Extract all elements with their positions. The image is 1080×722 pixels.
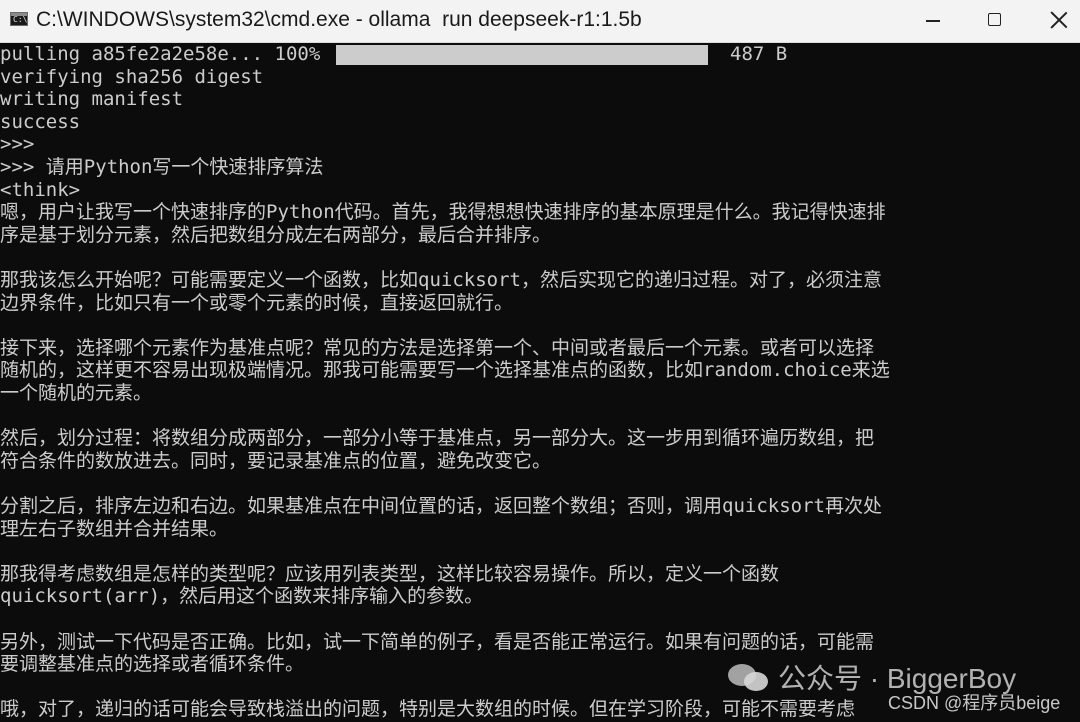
- progress-fill: [336, 45, 708, 65]
- console-line: 哦，对了，递归的话可能会导致栈溢出的问题，特别是大数组的时候。但在学习阶段，可能…: [0, 698, 856, 720]
- cmd-app-icon[interactable]: C:\: [10, 12, 28, 26]
- maximize-icon: [988, 13, 1001, 26]
- minimize-button[interactable]: [900, 0, 964, 42]
- maximize-button[interactable]: [963, 0, 1027, 42]
- csdn-watermark: CSDN @程序员beige: [888, 693, 1061, 713]
- console-line: >>> 请用Python写一个快速排序算法: [0, 156, 324, 178]
- console-line: writing manifest: [0, 88, 184, 110]
- console-line: 那我得考虑数组是怎样的类型呢？应该用列表类型，这样比较容易操作。所以，定义一个函…: [0, 563, 780, 585]
- console-line: 然后，划分过程：将数组分成两部分，一部分小等于基准点，另一部分大。这一步用到循环…: [0, 427, 875, 449]
- console-line: <think>: [0, 179, 81, 201]
- console-line: quicksort(arr)，然后用这个函数来排序输入的参数。: [0, 585, 484, 607]
- console-line: 那我该怎么开始呢？可能需要定义一个函数，比如quicksort，然后实现它的递归…: [0, 269, 882, 291]
- console-line: 嗯，用户让我写一个快速排序的Python代码。首先，我得想想快速排序的基本原理是…: [0, 201, 886, 223]
- watermark-text: 公众号 · BiggerBoy: [778, 663, 1017, 694]
- console-line: >>>: [0, 133, 35, 155]
- console-line: 接下来，选择哪个元素作为基准点呢？常见的方法是选择第一个、中间或者最后一个元素。…: [0, 337, 875, 359]
- window-title: C:\WINDOWS\system32\cmd.exe - ollama run…: [36, 8, 642, 31]
- cmd-icon-glyph: C:\: [13, 15, 28, 24]
- console-line: 随机的，这样更不容易出现极端情况。那我可能需要写一个选择基准点的函数，比如ran…: [0, 359, 890, 381]
- console-line: 符合条件的数放进去。同时，要记录基准点的位置，避免改变它。: [0, 450, 552, 472]
- wechat-icon: [728, 664, 770, 694]
- console-line: 理左右子数组并合并结果。: [0, 518, 229, 540]
- console-line: 边界条件，比如只有一个或零个元素的时候，直接返回就行。: [0, 292, 514, 314]
- close-icon: [1048, 9, 1070, 31]
- title-bar: C:\ C:\WINDOWS\system32\cmd.exe - ollama…: [0, 0, 1080, 43]
- minimize-icon: [926, 20, 940, 22]
- close-button[interactable]: [1026, 0, 1080, 42]
- console-line: 序是基于划分元素，然后把数组分成左右两部分，最后合并排序。: [0, 224, 552, 246]
- console-line: 要调整基准点的选择或者循环条件。: [0, 653, 305, 675]
- progress-size: 487 B: [730, 43, 788, 65]
- console-line: 分割之后，排序左边和右边。如果基准点在中间位置的话，返回整个数组；否则，调用qu…: [0, 495, 882, 517]
- download-progress-bar: [336, 45, 708, 65]
- console-line: success: [0, 111, 81, 133]
- console-line: 另外，测试一下代码是否正确。比如，试一下简单的例子，看是否能正常运行。如果有问题…: [0, 631, 875, 653]
- progress-label: pulling a85fe2a2e58e... 100%: [0, 43, 321, 65]
- console-output[interactable]: pulling a85fe2a2e58e... 100% 487 B verif…: [0, 43, 1080, 722]
- console-line: 一个随机的元素。: [0, 382, 153, 404]
- console-line: verifying sha256 digest: [0, 66, 264, 88]
